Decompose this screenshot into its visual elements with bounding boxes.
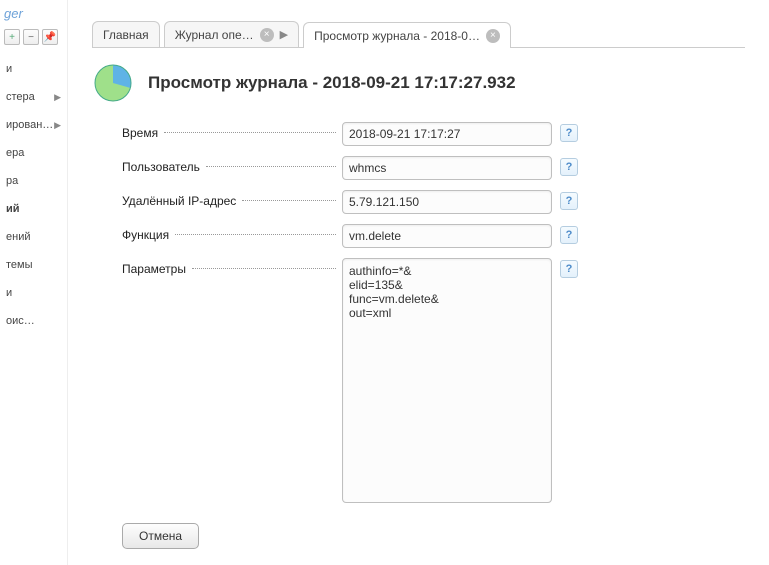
sidebar-item[interactable]: ений — [4, 223, 63, 251]
tab-bar: Главная Журнал опе… × ▶ Просмотр журнала… — [92, 20, 745, 48]
help-icon[interactable]: ? — [560, 124, 578, 142]
help-icon[interactable]: ? — [560, 226, 578, 244]
tab-main[interactable]: Главная — [92, 21, 160, 47]
help-icon[interactable]: ? — [560, 192, 578, 210]
collapse-icon[interactable]: − — [23, 29, 39, 45]
user-input[interactable] — [342, 156, 552, 180]
label-user: Пользователь — [122, 156, 342, 174]
row-function: Функция ? — [122, 224, 745, 248]
pie-chart-icon — [92, 62, 134, 104]
chevron-right-icon: ▶ — [54, 120, 61, 131]
row-time: Время ? — [122, 122, 745, 146]
ip-input[interactable] — [342, 190, 552, 214]
function-input[interactable] — [342, 224, 552, 248]
main-area: Главная Журнал опе… × ▶ Просмотр журнала… — [68, 0, 769, 565]
sidebar-item[interactable]: ирован…▶ — [4, 111, 63, 139]
sidebar-item[interactable]: ра — [4, 167, 63, 195]
help-icon[interactable]: ? — [560, 158, 578, 176]
label-ip: Удалённый IP-адрес — [122, 190, 342, 208]
row-ip: Удалённый IP-адрес ? — [122, 190, 745, 214]
row-params: Параметры ? — [122, 258, 745, 503]
sidebar-item[interactable]: и — [4, 55, 63, 83]
tab-label: Журнал опе… — [175, 28, 254, 42]
brand-fragment: ger — [4, 6, 63, 25]
label-function: Функция — [122, 224, 342, 242]
sidebar-item[interactable]: и — [4, 279, 63, 307]
sidebar-item[interactable]: ера — [4, 139, 63, 167]
form: Время ? Пользователь ? Удалённый IP-адре… — [92, 122, 745, 503]
sidebar-toolbar: + − 📌 — [4, 29, 63, 45]
sidebar-item[interactable]: темы — [4, 251, 63, 279]
tab-view-journal[interactable]: Просмотр журнала - 2018-0… × — [303, 22, 511, 48]
row-user: Пользователь ? — [122, 156, 745, 180]
close-icon[interactable]: × — [486, 29, 500, 43]
label-params: Параметры — [122, 258, 342, 276]
label-time: Время — [122, 122, 342, 140]
expand-icon[interactable]: + — [4, 29, 20, 45]
chevron-right-icon: ▶ — [280, 28, 288, 41]
sidebar-item[interactable]: ий — [4, 195, 63, 223]
page-header: Просмотр журнала - 2018-09-21 17:17:27.9… — [92, 62, 745, 104]
help-icon[interactable]: ? — [560, 260, 578, 278]
chevron-right-icon: ▶ — [54, 92, 61, 103]
params-textarea[interactable] — [342, 258, 552, 503]
tab-label: Главная — [103, 28, 149, 42]
time-input[interactable] — [342, 122, 552, 146]
sidebar: ger + − 📌 и стера▶ ирован…▶ ера ра ий ен… — [0, 0, 68, 565]
tab-journal[interactable]: Журнал опе… × ▶ — [164, 21, 299, 47]
page-title: Просмотр журнала - 2018-09-21 17:17:27.9… — [148, 73, 516, 93]
cancel-button[interactable]: Отмена — [122, 523, 199, 549]
pin-icon[interactable]: 📌 — [42, 29, 58, 45]
tab-label: Просмотр журнала - 2018-0… — [314, 29, 480, 43]
close-icon[interactable]: × — [260, 28, 274, 42]
sidebar-item[interactable]: оис… — [4, 307, 63, 335]
footer: Отмена — [92, 523, 745, 549]
sidebar-item[interactable]: стера▶ — [4, 83, 63, 111]
